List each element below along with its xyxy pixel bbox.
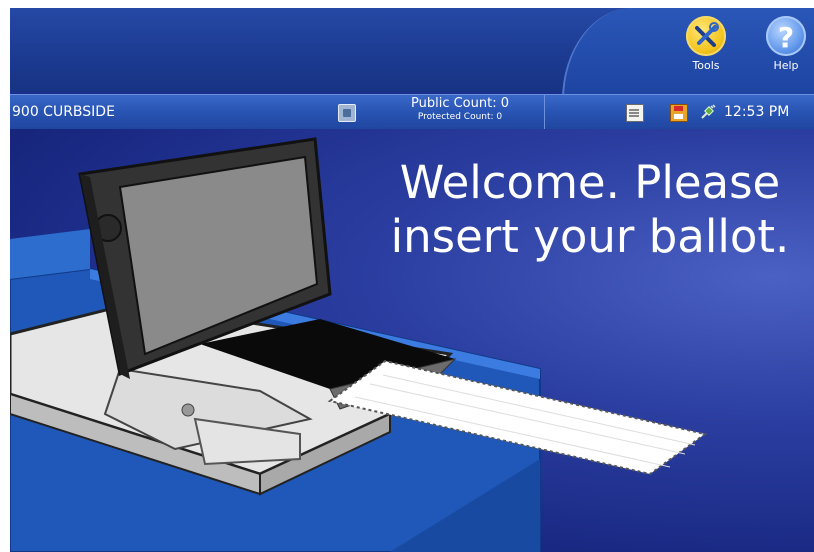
welcome-line-1: Welcome. Please — [399, 156, 781, 209]
clock: 12:53 PM — [724, 104, 790, 120]
screen-icon[interactable] — [338, 104, 356, 122]
tools-icon — [686, 16, 726, 56]
voting-screen: Tools ? Help 900 CURBSIDE Public Count: … — [10, 8, 814, 552]
disk-icon[interactable] — [670, 104, 688, 122]
document-icon[interactable] — [626, 104, 644, 122]
welcome-line-2: insert your ballot. — [390, 210, 790, 263]
poll-location: 900 CURBSIDE — [12, 104, 115, 120]
help-icon: ? — [766, 16, 806, 56]
help-glyph: ? — [777, 21, 795, 54]
status-bar: 900 CURBSIDE Public Count: 0 Protected C… — [10, 94, 814, 130]
tools-label: Tools — [692, 59, 720, 72]
tools-button[interactable]: Tools — [676, 16, 736, 72]
top-header: Tools ? Help — [10, 8, 814, 100]
welcome-message: Welcome. Please insert your ballot. — [380, 156, 800, 264]
public-count: Public Count: 0 — [411, 96, 509, 111]
help-button[interactable]: ? Help — [756, 16, 814, 72]
help-label: Help — [773, 59, 799, 72]
plug-icon — [700, 104, 716, 120]
ballot-counts: Public Count: 0 Protected Count: 0 — [390, 96, 530, 123]
status-divider — [544, 95, 545, 129]
protected-count: Protected Count: 0 — [417, 112, 503, 122]
